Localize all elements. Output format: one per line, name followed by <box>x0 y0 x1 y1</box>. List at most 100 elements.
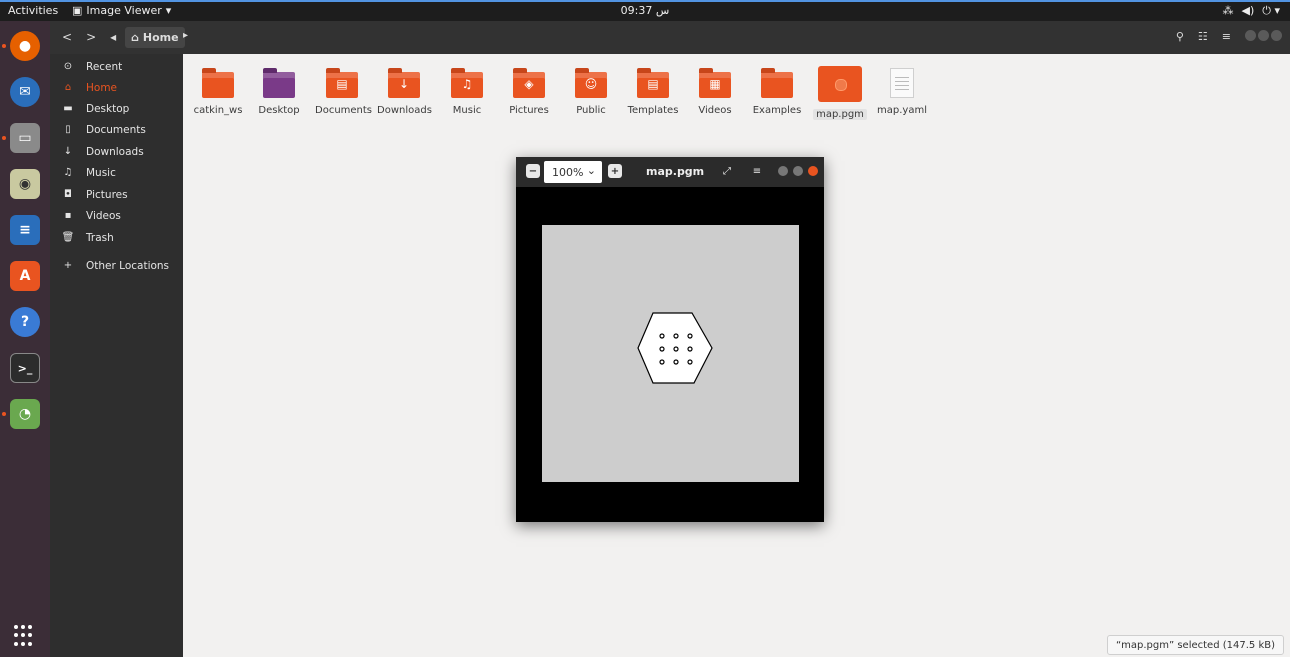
pictures-folder-icon: ◈ <box>513 68 545 98</box>
sidebar-item-documents[interactable]: ▯ Documents <box>50 119 183 140</box>
sidebar-item-label: Documents <box>86 123 146 136</box>
sidebar-item-downloads[interactable]: ↓ Downloads <box>50 141 183 162</box>
file-label: Documents <box>315 105 373 116</box>
window-controls[interactable] <box>778 164 818 178</box>
sidebar-item-label: Other Locations <box>86 259 170 272</box>
power-icon[interactable]: ⏻ ▾ <box>1262 4 1280 18</box>
dock-item-writer[interactable]: ≡ <box>6 211 44 249</box>
sidebar-item-label: Trash <box>86 231 114 244</box>
image-canvas[interactable] <box>542 225 799 482</box>
file-label: Pictures <box>509 105 549 116</box>
sidebar-item-label: Home <box>86 81 118 94</box>
image-file-icon <box>818 66 862 102</box>
downloads-folder-icon: ↓ <box>388 68 420 98</box>
file-item-pictures[interactable]: ◈ Pictures <box>499 62 559 116</box>
sidebar-item-videos[interactable]: ▪ Videos <box>50 205 183 226</box>
breadcrumb-home[interactable]: ⌂ Home <box>125 27 185 48</box>
writer-icon: ≡ <box>10 215 40 245</box>
recent-icon: ⊙ <box>63 61 73 72</box>
zoom-select[interactable]: 100% ⌄ <box>544 161 602 183</box>
file-item-music[interactable]: ♫ Music <box>437 62 497 116</box>
file-label: Videos <box>698 105 732 116</box>
status-overlay: “map.pgm” selected (147.5 kB) <box>1106 635 1284 655</box>
close-button[interactable] <box>808 166 818 176</box>
top-bar: Activities ▣ Image Viewer ▾ 09:37 س ⁂ ◀)… <box>0 0 1290 21</box>
forward-button[interactable]: > <box>86 30 96 44</box>
menu-icon[interactable]: ≡ <box>750 164 764 178</box>
examples-folder-icon <box>761 68 793 98</box>
trash-icon: 🗑 <box>61 232 75 243</box>
sidebar-item-pictures[interactable]: ◘ Pictures <box>50 184 183 205</box>
places-sidebar: ⊙ Recent ⌂ Home ▬ Desktop ▯ Documents ↓ Downl… <box>50 54 183 657</box>
downloads-icon: ↓ <box>63 146 73 157</box>
map-image <box>637 312 713 384</box>
chevron-down-icon: ⌄ <box>586 164 596 177</box>
file-label: Music <box>452 105 482 116</box>
file-label: map.yaml <box>877 105 927 116</box>
files-headerbar: < > ◂ ⌂ Home ▸ ⚲ ☷ ≡ <box>50 21 1290 54</box>
file-item-videos[interactable]: ▦ Videos <box>685 62 745 116</box>
maximize-button[interactable] <box>793 166 803 176</box>
dock-item-terminal[interactable]: >_ <box>6 349 44 387</box>
templates-folder-icon: ▤ <box>637 68 669 98</box>
dock-item-image-viewer[interactable]: ◔ <box>2 395 44 433</box>
dock-item-thunderbird[interactable]: ✉ <box>6 73 44 111</box>
file-item-documents[interactable]: ▤ Documents <box>312 62 372 116</box>
firefox-icon: ● <box>10 31 40 61</box>
file-label: Downloads <box>377 105 432 116</box>
sidebar-item-home[interactable]: ⌂ Home <box>50 77 183 98</box>
network-icon[interactable]: ⁂ <box>1223 4 1234 18</box>
sidebar-item-recent[interactable]: ⊙ Recent <box>50 56 183 77</box>
dock-item-firefox[interactable]: ● <box>2 27 44 65</box>
desktop-icon: ▬ <box>63 103 73 114</box>
view-options-icon[interactable]: ☷ <box>1198 30 1208 43</box>
back-button[interactable]: < <box>62 30 72 44</box>
sidebar-item-label: Music <box>86 166 116 179</box>
volume-icon[interactable]: ◀) <box>1242 4 1255 18</box>
menu-icon[interactable]: ≡ <box>1222 30 1231 43</box>
zoom-out-button[interactable]: − <box>526 164 540 178</box>
zoom-in-button[interactable]: + <box>608 164 622 178</box>
viewer-headerbar: − 100% ⌄ + map.pgm ⤢ ≡ <box>516 157 824 187</box>
search-icon[interactable]: ⚲ <box>1176 30 1184 43</box>
file-item-templates[interactable]: ▤ Templates <box>623 62 683 116</box>
file-item-public[interactable]: ☺ Public <box>561 62 621 116</box>
image-viewer-window: − 100% ⌄ + map.pgm ⤢ ≡ <box>516 157 824 522</box>
file-label: Templates <box>627 105 679 116</box>
dock-item-files[interactable]: ▭ <box>2 119 44 157</box>
breadcrumb-right-arrow[interactable]: ▸ <box>183 30 188 41</box>
zoom-value: 100% <box>552 165 584 179</box>
show-applications-button[interactable] <box>14 625 36 647</box>
sidebar-item-music[interactable]: ♫ Music <box>50 162 183 183</box>
dock-item-software[interactable]: A <box>6 257 44 295</box>
minimize-button[interactable] <box>778 166 788 176</box>
home-icon: ⌂ <box>64 82 72 93</box>
home-icon: ⌂ <box>131 31 139 44</box>
file-item-downloads[interactable]: ↓ Downloads <box>374 62 434 116</box>
sidebar-item-trash[interactable]: 🗑 Trash <box>50 227 183 248</box>
file-item-map-yaml[interactable]: map.yaml <box>872 62 932 116</box>
system-tray[interactable]: ⁂ ◀) ⏻ ▾ <box>1223 4 1281 18</box>
terminal-icon: >_ <box>10 353 40 383</box>
file-item-desktop[interactable]: Desktop <box>249 62 309 116</box>
file-item-map-pgm[interactable]: map.pgm <box>810 62 870 120</box>
dock-item-help[interactable]: ? <box>6 303 44 341</box>
sidebar-item-desktop[interactable]: ▬ Desktop <box>50 98 183 119</box>
window-controls[interactable] <box>1245 30 1282 43</box>
clock[interactable]: 09:37 س <box>0 4 1290 17</box>
music-icon: ♫ <box>63 167 73 178</box>
breadcrumb-left-arrow[interactable]: ◂ <box>110 30 116 44</box>
documents-icon: ▯ <box>65 124 71 135</box>
documents-folder-icon: ▤ <box>326 68 358 98</box>
fullscreen-icon[interactable]: ⤢ <box>720 164 734 178</box>
file-item-examples[interactable]: Examples <box>747 62 807 116</box>
sidebar-item-label: Pictures <box>86 188 128 201</box>
plus-icon: + <box>63 260 73 271</box>
rhythmbox-icon: ◉ <box>10 169 40 199</box>
file-item-catkin-ws[interactable]: catkin_ws <box>188 62 248 116</box>
software-icon: A <box>10 261 40 291</box>
videos-folder-icon: ▦ <box>699 68 731 98</box>
sidebar-item-label: Desktop <box>86 102 130 115</box>
sidebar-item-other-locations[interactable]: + Other Locations <box>50 255 183 276</box>
dock-item-rhythmbox[interactable]: ◉ <box>6 165 44 203</box>
